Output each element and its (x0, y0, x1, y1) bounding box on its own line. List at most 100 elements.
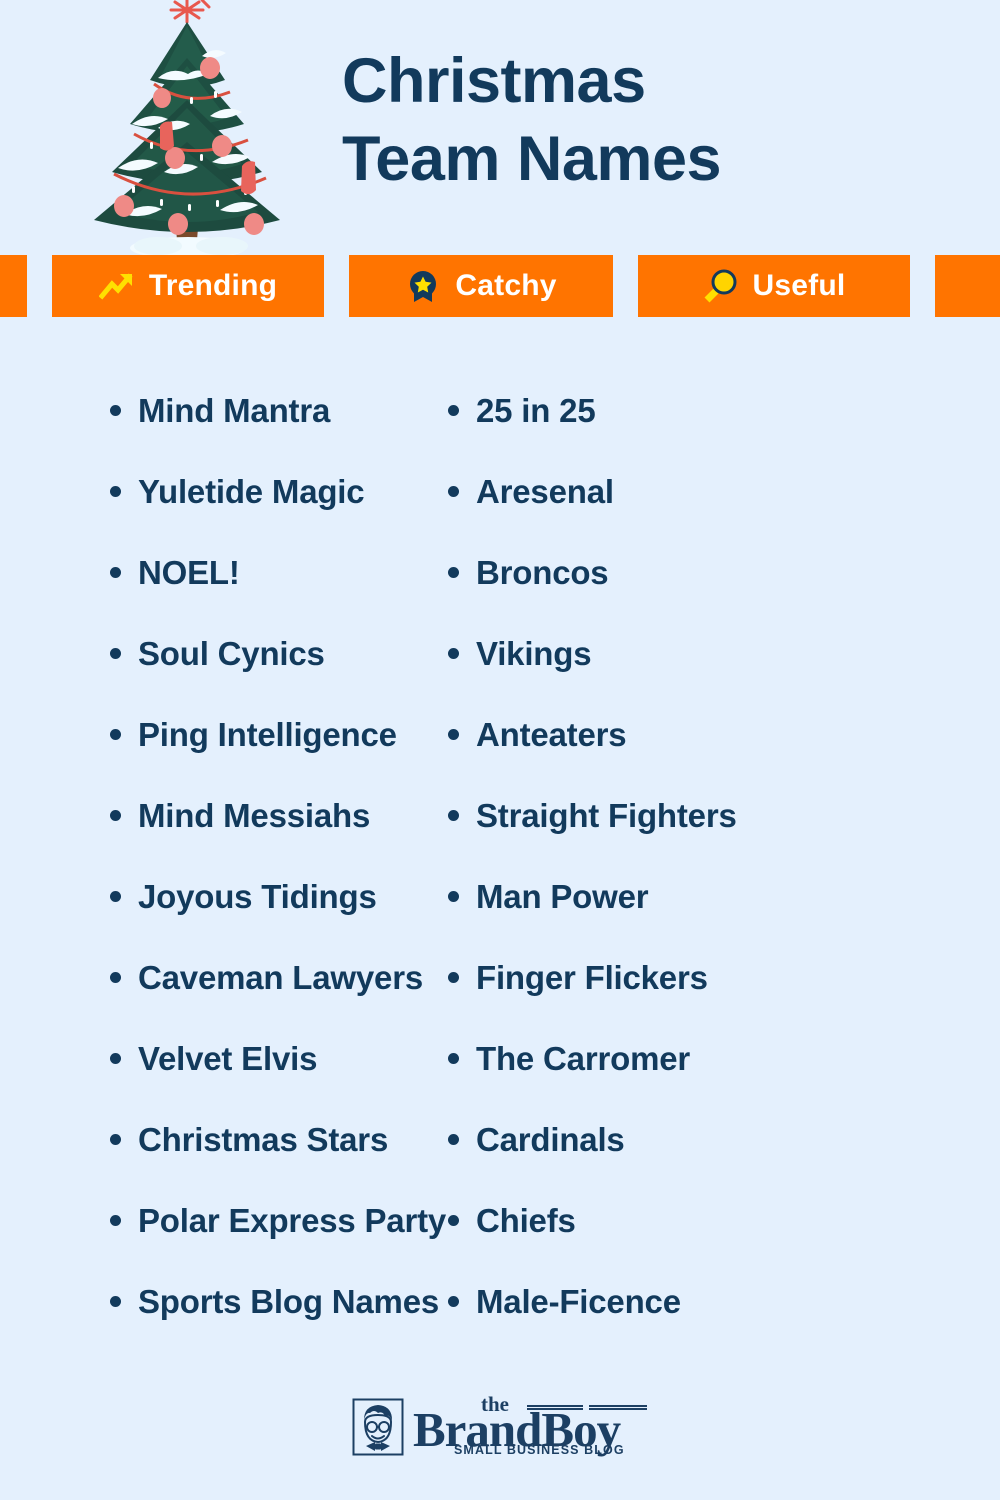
bullet-icon (110, 1215, 121, 1226)
list-item-label: Anteaters (476, 716, 627, 753)
badge-trending[interactable]: Trending (52, 255, 324, 317)
award-star-icon (405, 268, 441, 304)
badge-useful-label: Useful (752, 269, 846, 302)
badge-useful[interactable]: Useful (638, 255, 910, 317)
bullet-icon (110, 972, 121, 983)
list-item-label: Finger Flickers (476, 959, 708, 996)
list-item[interactable]: Male-Ficence (448, 1283, 890, 1364)
list-item[interactable]: Christmas Stars (110, 1121, 430, 1202)
list-item[interactable]: Finger Flickers (448, 959, 890, 1040)
list-item[interactable]: Joyous Tidings (110, 878, 430, 959)
list-item-label: Mind Messiahs (138, 797, 371, 834)
left-column: Mind Mantra Yuletide Magic NOEL! Soul Cy… (0, 392, 446, 1364)
badge-bar-left-cap (0, 255, 27, 317)
bullet-icon (110, 729, 121, 740)
badge-divider (324, 255, 349, 317)
list-item[interactable]: NOEL! (110, 554, 430, 635)
bullet-icon (448, 1134, 459, 1145)
list-item[interactable]: Ping Intelligence (110, 716, 430, 797)
bullet-icon (448, 891, 459, 902)
badge-trending-label: Trending (148, 269, 278, 302)
list-item-label: Yuletide Magic (138, 473, 365, 510)
list-item[interactable]: Mind Messiahs (110, 797, 430, 878)
bullet-icon (448, 810, 459, 821)
christmas-tree-icon (62, 0, 312, 258)
list-item-label: Aresenal (476, 473, 614, 510)
bullet-icon (448, 567, 459, 578)
list-item[interactable]: Polar Express Party (110, 1202, 446, 1283)
bullet-icon (448, 729, 459, 740)
page-title: Christmas Team Names (342, 42, 982, 198)
list-item[interactable]: Soul Cynics (110, 635, 430, 716)
list-item[interactable]: Aresenal (448, 473, 890, 554)
trending-up-icon (98, 268, 135, 304)
list-item[interactable]: Yuletide Magic (110, 473, 430, 554)
list-item-label: Soul Cynics (138, 635, 325, 672)
list-item[interactable]: The Carromer (448, 1040, 890, 1121)
badge-divider (27, 255, 52, 317)
bullet-icon (110, 567, 121, 578)
bullet-icon (110, 1053, 121, 1064)
footer: the BrandBoy SMALL BUSINESS BLOG (0, 1394, 1000, 1458)
bullet-icon (110, 1134, 121, 1145)
bullet-icon (448, 1053, 459, 1064)
bullet-icon (448, 486, 459, 497)
right-column: 25 in 25 Aresenal Broncos Vikings Anteat… (430, 392, 890, 1364)
list-item-label: 25 in 25 (476, 392, 596, 429)
list-item-label: Chiefs (476, 1202, 576, 1239)
list-item-label: Christmas Stars (138, 1121, 389, 1158)
badge-catchy-label: Catchy (455, 269, 557, 302)
bullet-icon (110, 810, 121, 821)
bullet-icon (448, 1296, 459, 1307)
brandboy-wordmark: the BrandBoy SMALL BUSINESS BLOG (413, 1394, 648, 1458)
bullet-icon (448, 972, 459, 983)
list-item[interactable]: Chiefs (448, 1202, 890, 1283)
bullet-icon (110, 486, 121, 497)
brandboy-logo[interactable]: the BrandBoy SMALL BUSINESS BLOG (352, 1394, 648, 1458)
list-item-label: NOEL! (138, 554, 240, 591)
list-item-label: Caveman Lawyers (138, 959, 423, 996)
list-item[interactable]: 25 in 25 (448, 392, 890, 473)
title-line-1: Christmas (342, 46, 646, 116)
logo-tagline-label: SMALL BUSINESS BLOG (454, 1443, 625, 1457)
list-item[interactable]: Broncos (448, 554, 890, 635)
list-item-label: Ping Intelligence (138, 716, 397, 753)
title-line-2: Team Names (342, 124, 722, 194)
magnifier-icon (703, 268, 739, 304)
list-item[interactable]: Man Power (448, 878, 890, 959)
badge-divider (910, 255, 935, 317)
list-item[interactable]: Anteaters (448, 716, 890, 797)
bullet-icon (110, 648, 121, 659)
list-item[interactable]: Velvet Elvis (110, 1040, 430, 1121)
list-item-label: Joyous Tidings (138, 878, 377, 915)
bullet-icon (110, 1296, 121, 1307)
bullet-icon (448, 1215, 459, 1226)
list-item[interactable]: Straight Fighters (448, 797, 890, 878)
list-item-label: Sports Blog Names (138, 1283, 439, 1320)
bullet-icon (448, 405, 459, 416)
list-item-label: Cardinals (476, 1121, 625, 1158)
list-item[interactable]: Caveman Lawyers (110, 959, 430, 1040)
list-item[interactable]: Mind Mantra (110, 392, 430, 473)
list-item-label: Mind Mantra (138, 392, 331, 429)
badge-bar-right-cap (935, 255, 1000, 317)
list-item-label: Straight Fighters (476, 797, 737, 834)
list-item[interactable]: Vikings (448, 635, 890, 716)
list-item-label: Polar Express Party (138, 1202, 447, 1239)
bullet-icon (110, 405, 121, 416)
list-item[interactable]: Sports Blog Names (110, 1283, 439, 1364)
bullet-icon (110, 891, 121, 902)
list-item-label: Broncos (476, 554, 609, 591)
badge-bar: Trending Catchy Useful (0, 255, 1000, 317)
list-item-label: Velvet Elvis (138, 1040, 318, 1077)
name-lists: Mind Mantra Yuletide Magic NOEL! Soul Cy… (0, 392, 1000, 1364)
list-item-label: The Carromer (476, 1040, 691, 1077)
bullet-icon (448, 648, 459, 659)
boy-face-icon (352, 1398, 404, 1456)
badge-divider (613, 255, 638, 317)
badge-catchy[interactable]: Catchy (349, 255, 613, 317)
list-item-label: Man Power (476, 878, 649, 915)
poster-canvas: Christmas Team Names Trending Catchy Use… (0, 0, 1000, 1500)
list-item[interactable]: Cardinals (448, 1121, 890, 1202)
header: Christmas Team Names (0, 0, 1000, 258)
